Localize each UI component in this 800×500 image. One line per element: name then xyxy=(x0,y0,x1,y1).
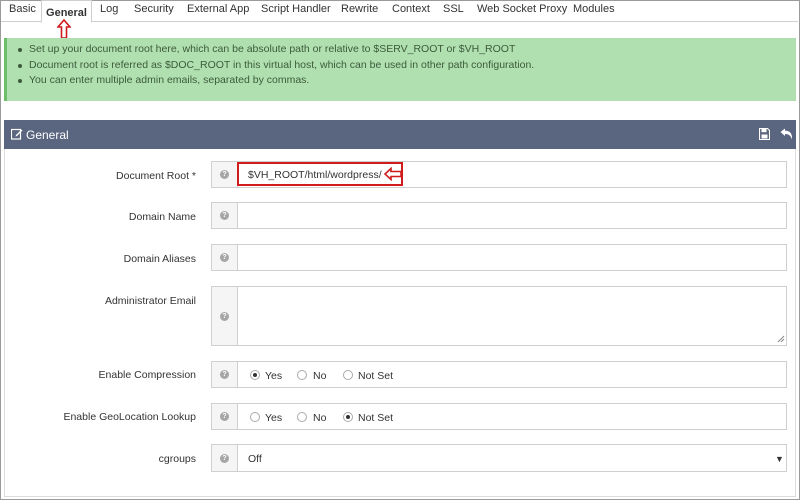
annotation-highlight-box xyxy=(237,162,403,186)
domain-name-label: Domain Name xyxy=(128,211,196,223)
help-icon: ? xyxy=(220,370,229,379)
alert-line: Set up your document root here, which ca… xyxy=(18,42,796,58)
help-icon: ? xyxy=(220,312,229,321)
help-button[interactable]: ? xyxy=(211,361,237,388)
geolocation-yes-label: Yes xyxy=(265,412,283,424)
tab-bar: Basic General Log Security External App … xyxy=(1,0,798,23)
help-button[interactable]: ? xyxy=(211,403,237,430)
tab-web-socket-proxy[interactable]: Web Socket Proxy xyxy=(477,2,567,22)
domain-aliases-input[interactable] xyxy=(237,244,787,271)
domain-aliases-label: Domain Aliases xyxy=(123,253,196,265)
help-icon: ? xyxy=(220,454,229,463)
compression-yes-label: Yes xyxy=(265,370,283,382)
cgroups-value: Off xyxy=(248,453,262,465)
resize-handle-icon[interactable] xyxy=(775,333,785,343)
compression-label: Enable Compression xyxy=(98,369,196,381)
chevron-down-icon[interactable]: ▼ xyxy=(775,454,784,464)
help-button[interactable]: ? xyxy=(211,286,237,346)
geolocation-label: Enable GeoLocation Lookup xyxy=(63,411,196,423)
undo-icon[interactable] xyxy=(780,128,793,140)
help-icon: ? xyxy=(220,211,229,220)
admin-email-label: Administrator Email xyxy=(104,295,196,307)
help-button[interactable]: ? xyxy=(211,202,237,229)
geolocation-notset-radio[interactable] xyxy=(343,412,353,422)
geolocation-notset-label: Not Set xyxy=(358,412,394,424)
geolocation-no-label: No xyxy=(313,412,327,424)
geolocation-yes-radio[interactable] xyxy=(250,412,260,422)
compression-notset-radio[interactable] xyxy=(343,370,353,380)
tab-basic[interactable]: Basic xyxy=(9,2,36,22)
panel-header: General xyxy=(4,120,796,149)
tab-modules[interactable]: Modules xyxy=(573,2,615,22)
help-icon: ? xyxy=(220,253,229,262)
cgroups-label: cgroups xyxy=(158,453,196,465)
help-icon: ? xyxy=(220,412,229,421)
geolocation-no-radio[interactable] xyxy=(297,412,307,422)
edit-icon xyxy=(11,128,23,140)
annotation-left-arrow-icon xyxy=(384,167,402,181)
tab-script-handler[interactable]: Script Handler xyxy=(261,2,331,22)
domain-name-input[interactable] xyxy=(237,202,787,229)
panel-title: General xyxy=(26,128,69,142)
tab-external-app[interactable]: External App xyxy=(187,2,249,22)
tab-security[interactable]: Security xyxy=(134,2,174,22)
save-icon[interactable] xyxy=(759,128,770,140)
compression-yes-radio[interactable] xyxy=(250,370,260,380)
annotation-up-arrow-icon xyxy=(57,19,71,39)
tab-rewrite[interactable]: Rewrite xyxy=(341,2,378,22)
tab-ssl[interactable]: SSL xyxy=(443,2,464,22)
tab-context[interactable]: Context xyxy=(392,2,430,22)
help-icon: ? xyxy=(220,170,229,179)
help-button[interactable]: ? xyxy=(211,444,237,472)
admin-email-textarea[interactable] xyxy=(237,286,787,346)
help-button[interactable]: ? xyxy=(211,161,237,188)
compression-notset-label: Not Set xyxy=(358,370,394,382)
compression-no-radio[interactable] xyxy=(297,370,307,380)
tab-log[interactable]: Log xyxy=(100,2,118,22)
alert-line: You can enter multiple admin emails, sep… xyxy=(18,73,796,89)
info-alert: Set up your document root here, which ca… xyxy=(4,38,796,101)
document-root-label: Document Root * xyxy=(116,170,196,182)
cgroups-select[interactable]: Off xyxy=(237,444,787,472)
alert-line: Document root is referred as $DOC_ROOT i… xyxy=(18,58,796,74)
compression-no-label: No xyxy=(313,370,327,382)
help-button[interactable]: ? xyxy=(211,244,237,271)
